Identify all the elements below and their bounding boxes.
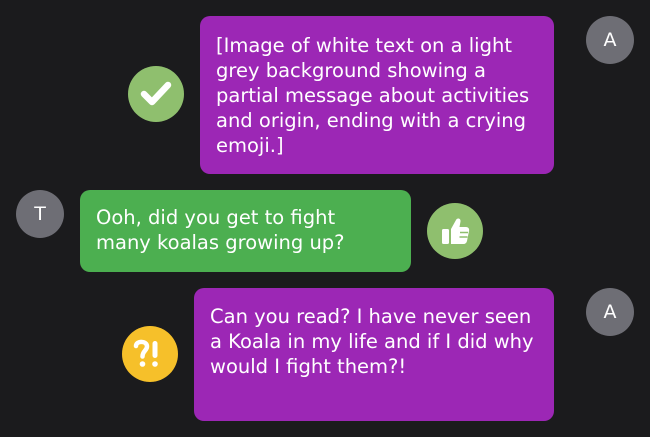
reaction-badge[interactable] — [128, 66, 184, 122]
reaction-badge[interactable] — [122, 326, 178, 382]
message-text: [Image of white text on a light grey bac… — [216, 34, 530, 157]
message-text: Can you read? I have never seen a Koala … — [210, 305, 534, 378]
message-text: Ooh, did you get to fight many koalas gr… — [96, 206, 345, 254]
reaction-badge[interactable] — [427, 203, 483, 259]
avatar-sender-t[interactable]: T — [16, 190, 64, 238]
message-bubble: [Image of white text on a light grey bac… — [200, 16, 554, 174]
interrobang-icon — [133, 339, 158, 367]
avatar-sender-a[interactable]: A — [586, 288, 634, 336]
message-bubble: Can you read? I have never seen a Koala … — [194, 288, 554, 421]
thumbs-up-icon — [442, 218, 470, 244]
avatar-sender-a[interactable]: A — [586, 16, 634, 64]
message-bubble: Ooh, did you get to fight many koalas gr… — [80, 190, 411, 272]
check-mark-icon — [140, 81, 172, 106]
